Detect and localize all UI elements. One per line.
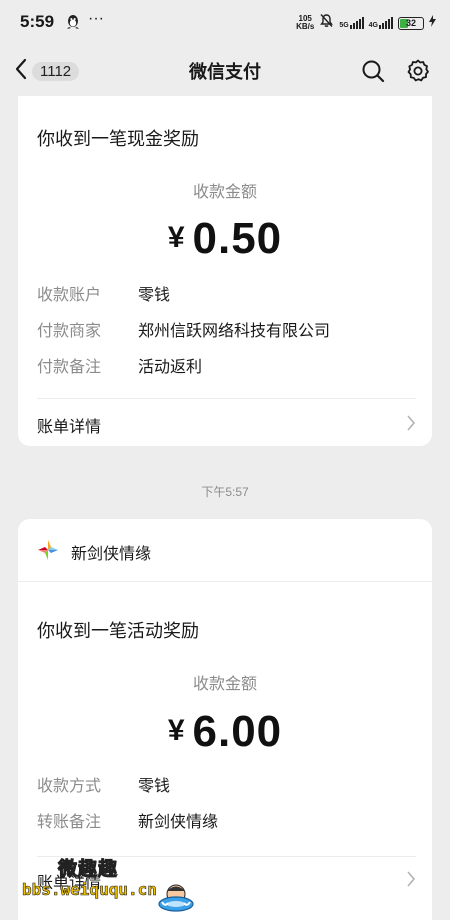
divider [37,398,416,399]
status-time: 5:59 [20,12,55,31]
bill-detail-link[interactable]: 账单详情 [37,409,416,439]
row-value: 活动返利 [138,357,203,376]
currency-symbol: ¥ [167,221,185,254]
status-bar: 5:59 ··· 105 KB/s 5G 4G 32 [0,0,450,46]
swim-ring-mascot-icon [156,874,196,918]
row-label: 付款商家 [37,321,102,340]
row-value: 零钱 [138,776,171,795]
card-title: 你收到一笔现金奖励 [37,129,199,150]
info-row: 收款方式 零钱 [37,772,170,796]
row-value: 新剑侠情缘 [138,812,219,831]
chevron-right-icon [406,871,416,891]
search-icon[interactable] [361,59,385,87]
qq-penguin-icon [66,14,80,35]
bill-detail-label: 账单详情 [37,417,102,436]
charging-bolt-icon [429,14,436,32]
row-label: 转账备注 [37,812,102,831]
signal-4g-label: 4G [368,22,378,29]
amount-label: 收款金额 [192,674,257,693]
divider [18,581,432,582]
row-label: 付款备注 [37,357,102,376]
mute-bell-icon [319,13,334,33]
nav-bar: 1112 微信支付 [0,46,450,96]
signal-5g-label: 5G [339,22,349,29]
row-label: 收款账户 [37,285,102,304]
watermark-title: 微趣趣 [57,858,119,881]
merchant-name: 新剑侠情缘 [71,544,152,563]
amount-value: 6.00 [192,707,283,756]
currency-symbol: ¥ [167,714,185,747]
amount-label: 收款金额 [192,182,257,201]
amount-value: 0.50 [192,214,283,263]
row-value: 零钱 [138,285,171,304]
merchant-header: 新剑侠情缘 [37,539,151,565]
payment-card-1[interactable]: 你收到一笔现金奖励 收款金额 ¥0.50 收款账户 零钱 付款商家 郑州信跃网络… [18,96,432,446]
notification-more-icon: ··· [88,10,104,27]
battery-icon: 32 [398,16,424,30]
info-row: 收款账户 零钱 [37,281,170,305]
row-value: 郑州信跃网络科技有限公司 [138,321,331,340]
amount-display: ¥6.00 [18,707,432,757]
card-title: 你收到一笔活动奖励 [37,621,199,642]
merchant-logo-icon [37,539,59,565]
info-row: 转账备注 新剑侠情缘 [37,808,218,832]
signal-4g-icon: 4G [369,17,393,29]
signal-5g-icon: 5G [339,17,364,29]
message-timestamp: 下午5:57 [201,485,249,499]
info-row: 付款备注 活动返利 [37,353,202,377]
network-speed: 105 KB/s [296,15,314,31]
battery-level: 32 [405,17,416,28]
row-label: 收款方式 [37,776,102,795]
gear-icon[interactable] [405,58,431,88]
watermark-url: bbs.weiququ.cn [22,880,157,900]
amount-display: ¥0.50 [18,214,432,264]
net-speed-unit: KB/s [296,22,315,31]
watermark: 微趣趣 bbs.weiququ.cn [0,838,210,920]
chevron-right-icon [406,415,416,435]
info-row: 付款商家 郑州信跃网络科技有限公司 [37,317,330,341]
